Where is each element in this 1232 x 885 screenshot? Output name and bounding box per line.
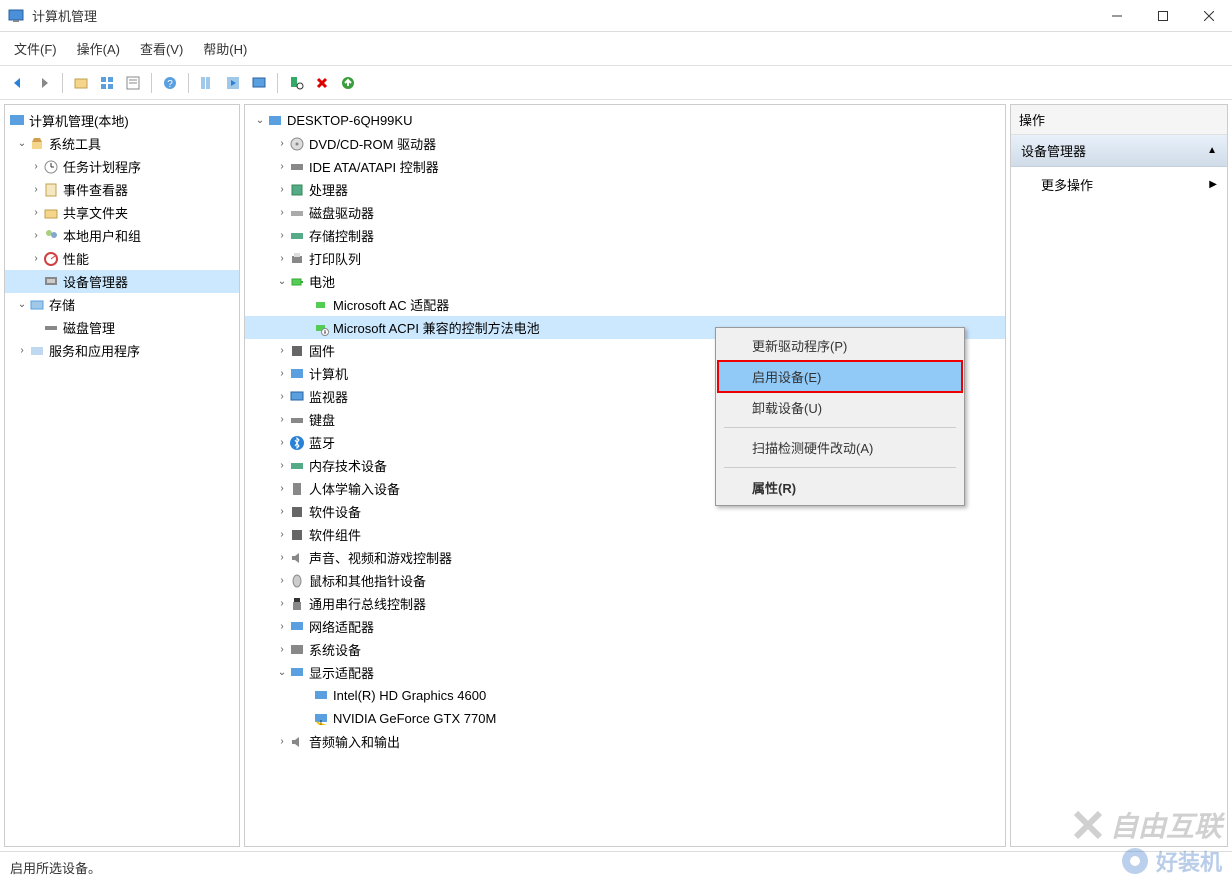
device-intel-hd[interactable]: ›Intel(R) HD Graphics 4600 xyxy=(245,684,1005,707)
ctx-properties[interactable]: 属性(R) xyxy=(718,472,962,503)
tree-event-viewer[interactable]: ›事件查看器 xyxy=(5,178,239,201)
titlebar: 计算机管理 xyxy=(0,0,1232,32)
columns-button[interactable] xyxy=(195,71,219,95)
device-mouse[interactable]: ›鼠标和其他指针设备 xyxy=(245,569,1005,592)
device-audio-io[interactable]: ›音频输入和输出 xyxy=(245,730,1005,753)
tree-storage[interactable]: ⌄存储 xyxy=(5,293,239,316)
device-sound[interactable]: ›声音、视频和游戏控制器 xyxy=(245,546,1005,569)
content-area: 计算机管理(本地) ⌄系统工具 ›任务计划程序 ›事件查看器 ›共享文件夹 ›本… xyxy=(0,100,1232,851)
play-button[interactable] xyxy=(221,71,245,95)
device-ide[interactable]: ›IDE ATA/ATAPI 控制器 xyxy=(245,155,1005,178)
tree-computer-management[interactable]: 计算机管理(本地) xyxy=(5,109,239,132)
context-menu: 更新驱动程序(P) 启用设备(E) 卸载设备(U) 扫描检测硬件改动(A) 属性… xyxy=(715,327,965,506)
status-text: 启用所选设备。 xyxy=(10,858,101,877)
svg-text:?: ? xyxy=(167,79,173,90)
device-usb[interactable]: ›通用串行总线控制器 xyxy=(245,592,1005,615)
update-button[interactable] xyxy=(336,71,360,95)
tree-local-users[interactable]: ›本地用户和组 xyxy=(5,224,239,247)
menubar: 文件(F) 操作(A) 查看(V) 帮助(H) xyxy=(0,32,1232,66)
device-nvidia[interactable]: ›!NVIDIA GeForce GTX 770M xyxy=(245,707,1005,730)
device-root[interactable]: ⌄DESKTOP-6QH99KU xyxy=(245,109,1005,132)
chevron-right-icon: ▶ xyxy=(1209,179,1217,190)
device-network[interactable]: ›网络适配器 xyxy=(245,615,1005,638)
scan-hardware-button[interactable] xyxy=(284,71,308,95)
toolbar: ? xyxy=(0,66,1232,100)
ctx-separator xyxy=(724,467,956,468)
tree-shared-folders[interactable]: ›共享文件夹 xyxy=(5,201,239,224)
disable-button[interactable] xyxy=(310,71,334,95)
menu-file[interactable]: 文件(F) xyxy=(4,33,67,64)
device-battery[interactable]: ⌄电池 xyxy=(245,270,1005,293)
device-display-adapters[interactable]: ⌄显示适配器 xyxy=(245,661,1005,684)
watermark-1: 自由互联 xyxy=(1070,805,1222,845)
device-dvd[interactable]: ›DVD/CD-ROM 驱动器 xyxy=(245,132,1005,155)
menu-action[interactable]: 操作(A) xyxy=(67,33,130,64)
ctx-uninstall[interactable]: 卸载设备(U) xyxy=(718,392,962,423)
ctx-enable-device[interactable]: 启用设备(E) xyxy=(718,361,962,392)
actions-header: 操作 xyxy=(1011,105,1227,135)
device-print-queues[interactable]: ›打印队列 xyxy=(245,247,1005,270)
device-system-devices[interactable]: ›系统设备 xyxy=(245,638,1005,661)
view-grid-button[interactable] xyxy=(95,71,119,95)
close-button[interactable] xyxy=(1186,0,1232,32)
device-cpu[interactable]: ›处理器 xyxy=(245,178,1005,201)
collapse-icon[interactable]: ▲ xyxy=(1207,145,1217,156)
tree-task-scheduler[interactable]: ›任务计划程序 xyxy=(5,155,239,178)
watermark-2: 好装机 xyxy=(1120,845,1222,877)
device-tree-pane[interactable]: ⌄DESKTOP-6QH99KU ›DVD/CD-ROM 驱动器 ›IDE AT… xyxy=(244,104,1006,847)
tree-services-apps[interactable]: ›服务和应用程序 xyxy=(5,339,239,362)
app-icon xyxy=(8,8,24,24)
menu-help[interactable]: 帮助(H) xyxy=(193,33,257,64)
left-tree-pane[interactable]: 计算机管理(本地) ⌄系统工具 ›任务计划程序 ›事件查看器 ›共享文件夹 ›本… xyxy=(4,104,240,847)
tree-disk-management[interactable]: ›磁盘管理 xyxy=(5,316,239,339)
device-disk-drives[interactable]: ›磁盘驱动器 xyxy=(245,201,1005,224)
tree-system-tools[interactable]: ⌄系统工具 xyxy=(5,132,239,155)
statusbar: 启用所选设备。 xyxy=(0,851,1232,883)
monitor-button[interactable] xyxy=(247,71,271,95)
actions-more[interactable]: 更多操作 ▶ xyxy=(1011,167,1227,202)
back-button[interactable] xyxy=(6,71,30,95)
tree-performance[interactable]: ›性能 xyxy=(5,247,239,270)
menu-view[interactable]: 查看(V) xyxy=(130,33,193,64)
properties-button[interactable] xyxy=(121,71,145,95)
actions-section[interactable]: 设备管理器 ▲ xyxy=(1011,135,1227,167)
ctx-scan[interactable]: 扫描检测硬件改动(A) xyxy=(718,432,962,463)
device-software-components[interactable]: ›软件组件 xyxy=(245,523,1005,546)
actions-pane: 操作 设备管理器 ▲ 更多操作 ▶ xyxy=(1010,104,1228,847)
minimize-button[interactable] xyxy=(1094,0,1140,32)
ctx-update-driver[interactable]: 更新驱动程序(P) xyxy=(718,330,962,361)
window-controls xyxy=(1094,0,1232,32)
forward-button[interactable] xyxy=(32,71,56,95)
up-button[interactable] xyxy=(69,71,93,95)
device-storage-ctrl[interactable]: ›存储控制器 xyxy=(245,224,1005,247)
help-button[interactable]: ? xyxy=(158,71,182,95)
tree-device-manager[interactable]: ›设备管理器 xyxy=(5,270,239,293)
device-ac-adapter[interactable]: ›Microsoft AC 适配器 xyxy=(245,293,1005,316)
window-title: 计算机管理 xyxy=(32,6,1094,25)
ctx-separator xyxy=(724,427,956,428)
maximize-button[interactable] xyxy=(1140,0,1186,32)
svg-text:!: ! xyxy=(320,720,322,727)
